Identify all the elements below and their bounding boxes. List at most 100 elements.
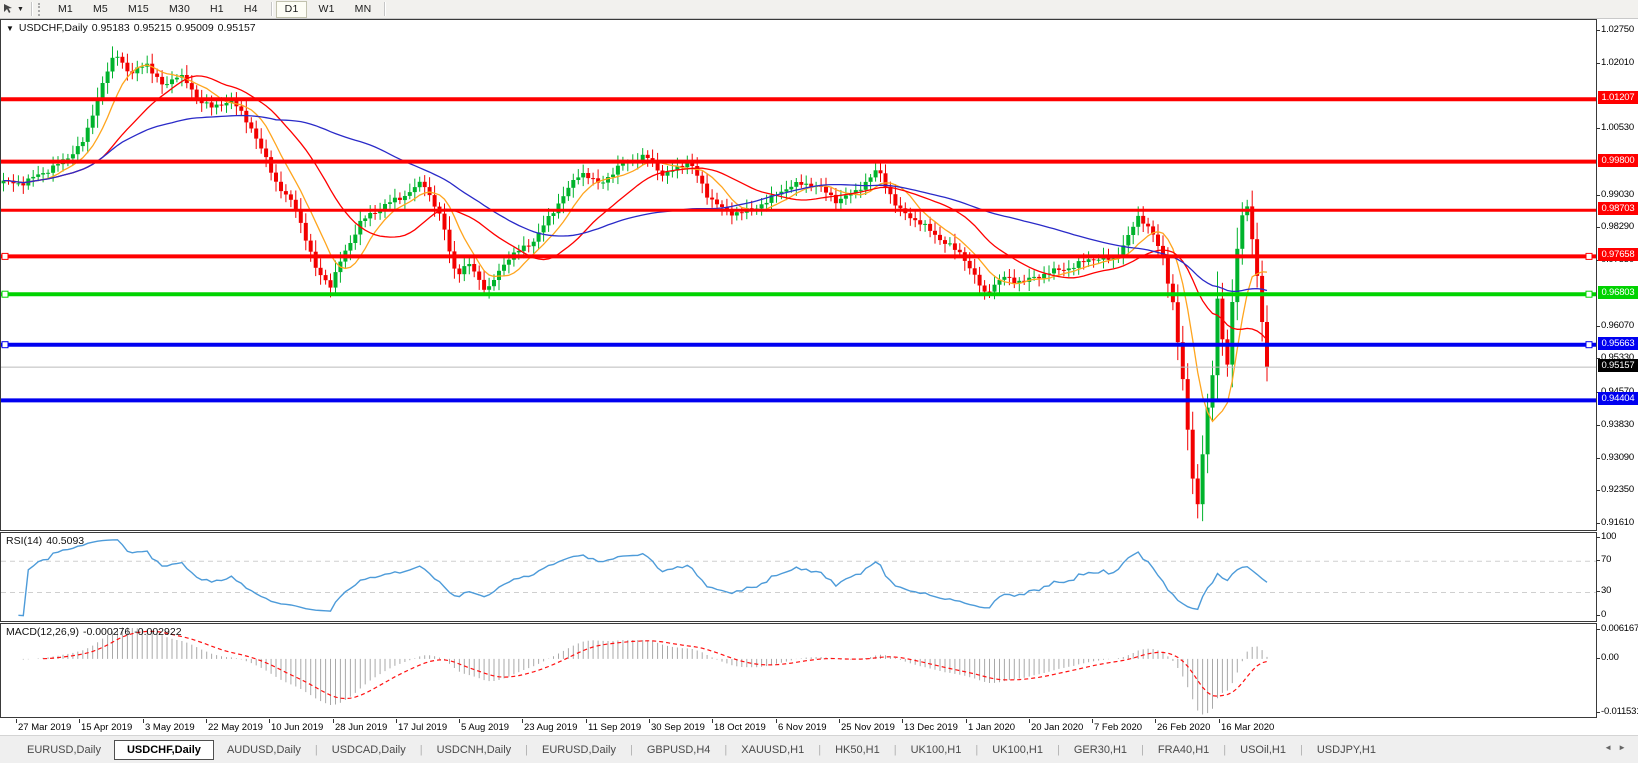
main-chart-panel[interactable]: ▼ USDCHF,Daily 0.95183 0.95215 0.95009 0.9515… xyxy=(0,19,1597,531)
toolbar-separator xyxy=(270,2,272,16)
chart-tab-usdjpy-h1[interactable]: USDJPY,H1 xyxy=(1304,740,1389,760)
chart-tab-eurusd-daily[interactable]: EURUSD,Daily xyxy=(529,740,629,760)
macd-label: MACD(12,26,9) -0.000276 -0.002922 xyxy=(6,626,182,638)
price-tick-label: 0.94570 xyxy=(1601,386,1634,397)
date-axis-tick xyxy=(16,719,17,723)
chart-tab-ger30-h1[interactable]: GER30,H1 xyxy=(1061,740,1140,760)
date-label: 23 Aug 2019 xyxy=(524,722,578,733)
rsi-tick-label: 30 xyxy=(1601,585,1612,596)
macd-panel[interactable]: MACD(12,26,9) -0.000276 -0.002922 xyxy=(0,623,1597,718)
date-axis-tick xyxy=(1155,719,1156,723)
rsi-line-chart xyxy=(1,539,1596,617)
chart-tab-eurusd-daily[interactable]: EURUSD,Daily xyxy=(14,740,114,760)
candlestick-chart[interactable] xyxy=(1,20,1596,530)
date-label: 5 Aug 2019 xyxy=(461,722,510,733)
date-label: 17 Jul 2019 xyxy=(398,722,448,733)
chart-tab-usdchf-daily[interactable]: USDCHF,Daily xyxy=(113,739,214,760)
date-axis-tick xyxy=(649,719,650,723)
chart-tab-usdcad-daily[interactable]: USDCAD,Daily xyxy=(319,740,419,760)
price-tick-label: 1.02750 xyxy=(1601,24,1634,35)
timeframe-button-d1[interactable]: D1 xyxy=(275,0,308,18)
hline-price-label: 1.01207 xyxy=(1598,91,1638,104)
date-axis-tick xyxy=(1092,719,1093,723)
date-axis-tick xyxy=(143,719,144,723)
date-axis-tick xyxy=(1029,719,1030,723)
date-label: 26 Feb 2020 xyxy=(1157,722,1211,733)
date-axis-tick xyxy=(333,719,334,723)
ohlc-open: 0.95183 xyxy=(91,22,130,34)
date-label: 13 Dec 2019 xyxy=(904,722,958,733)
macd-value-signal: -0.002922 xyxy=(134,626,182,638)
toolbar-separator xyxy=(384,2,386,16)
chart-tabs: EURUSD,Daily USDCHF,Daily AUDUSD,Daily | USD… xyxy=(14,739,1389,760)
hline-price-label: 0.94404 xyxy=(1598,392,1638,405)
date-axis-tick xyxy=(1219,719,1220,723)
chart-tab-fra40-h1[interactable]: FRA40,H1 xyxy=(1145,740,1222,760)
timeframe-button-m5[interactable]: M5 xyxy=(84,1,117,18)
chevron-down-icon[interactable]: ▼ xyxy=(17,6,24,13)
date-axis-tick xyxy=(902,719,903,723)
chart-tab-bar: EURUSD,Daily USDCHF,Daily AUDUSD,Daily | USD… xyxy=(0,735,1638,763)
toolbar-grip-handle[interactable] xyxy=(37,2,43,16)
rsi-tick-label: 70 xyxy=(1601,554,1612,565)
macd-tick-label: 0.00 xyxy=(1601,652,1619,663)
price-tick-label: 0.98290 xyxy=(1601,221,1634,232)
timeframe-button-m1[interactable]: M1 xyxy=(49,1,82,18)
macd-histogram-chart xyxy=(22,627,1268,715)
chart-symbol-label: USDCHF,Daily xyxy=(18,22,88,34)
date-label: 3 May 2019 xyxy=(145,722,195,733)
timeframe-button-group: M1 M5 M15 M30 H1 H4 D1 W1 MN xyxy=(48,0,388,18)
hline-price-label: 0.96803 xyxy=(1598,286,1638,299)
timeframe-button-h1[interactable]: H1 xyxy=(201,1,233,18)
timeframe-button-m15[interactable]: M15 xyxy=(119,1,158,18)
timeframe-button-h4[interactable]: H4 xyxy=(235,1,267,18)
chart-title: ▼ USDCHF,Daily 0.95183 0.95215 0.95009 0.9515… xyxy=(6,22,260,34)
price-tick-label: 0.93830 xyxy=(1601,419,1634,430)
chart-tab-usdcnh-daily[interactable]: USDCNH,Daily xyxy=(424,740,525,760)
date-axis-tick xyxy=(839,719,840,723)
date-label: 6 Nov 2019 xyxy=(778,722,827,733)
price-tick-label: 1.00530 xyxy=(1601,122,1634,133)
time-axis[interactable]: 27 Mar 2019 15 Apr 2019 3 May 2019 22 May 2… xyxy=(0,719,1597,735)
rsi-value: 40.5093 xyxy=(46,535,85,547)
date-label: 28 Jun 2019 xyxy=(335,722,388,733)
chart-tab-uk100-h1[interactable]: UK100,H1 xyxy=(898,740,975,760)
chart-tab-uk100-h1[interactable]: UK100,H1 xyxy=(979,740,1056,760)
chart-tab-gbpusd-h4[interactable]: GBPUSD,H4 xyxy=(634,740,724,760)
chart-tab-usoil-h1[interactable]: USOil,H1 xyxy=(1227,740,1299,760)
rsi-label: RSI(14) 40.5093 xyxy=(6,535,84,547)
macd-tick-label: 0.006167 xyxy=(1601,623,1638,634)
price-tick-label: 1.02010 xyxy=(1601,57,1634,68)
tab-scroll-buttons: ◄► xyxy=(1604,743,1632,752)
timeframe-button-w1[interactable]: W1 xyxy=(309,1,343,18)
ohlc-low: 0.95009 xyxy=(175,22,214,34)
hline-price-label: 0.99800 xyxy=(1598,154,1638,167)
chart-tab-audusd-daily[interactable]: AUDUSD,Daily xyxy=(214,740,314,760)
tab-scroll-left-icon[interactable]: ◄ xyxy=(1604,743,1618,752)
macd-name: MACD(12,26,9) xyxy=(6,626,79,638)
tab-scroll-right-icon[interactable]: ► xyxy=(1618,743,1632,752)
top-toolbar: ▼ M1 M5 M15 M30 H1 H4 D1 W1 MN xyxy=(0,0,1638,19)
date-axis-tick xyxy=(712,719,713,723)
ohlc-high: 0.95215 xyxy=(133,22,172,34)
timeframe-button-m30[interactable]: M30 xyxy=(160,1,199,18)
date-label: 16 Mar 2020 xyxy=(1221,722,1275,733)
date-label: 20 Jan 2020 xyxy=(1031,722,1084,733)
hline-price-label: 0.95663 xyxy=(1598,337,1638,350)
collapse-chart-icon[interactable]: ▼ xyxy=(6,24,14,33)
date-axis-tick xyxy=(522,719,523,723)
date-axis-tick xyxy=(459,719,460,723)
price-tick-label: 0.93090 xyxy=(1601,452,1634,463)
date-axis-tick xyxy=(79,719,80,723)
rsi-tick-label: 100 xyxy=(1601,531,1617,542)
rsi-panel[interactable]: RSI(14) 40.5093 xyxy=(0,532,1597,622)
price-tick-label: 0.95330 xyxy=(1601,352,1634,363)
timeframe-button-mn[interactable]: MN xyxy=(346,1,381,18)
chart-tab-hk50-h1[interactable]: HK50,H1 xyxy=(822,740,893,760)
rsi-tick-label: 0 xyxy=(1601,609,1607,620)
chart-tab-xauusd-h1[interactable]: XAUUSD,H1 xyxy=(728,740,817,760)
current-price-label: 0.95157 xyxy=(1598,359,1638,372)
price-tick-label: 0.92350 xyxy=(1601,484,1634,495)
cursor-tool-icon[interactable] xyxy=(1,2,15,16)
macd-tick-label: -0.011531 xyxy=(1601,706,1638,717)
